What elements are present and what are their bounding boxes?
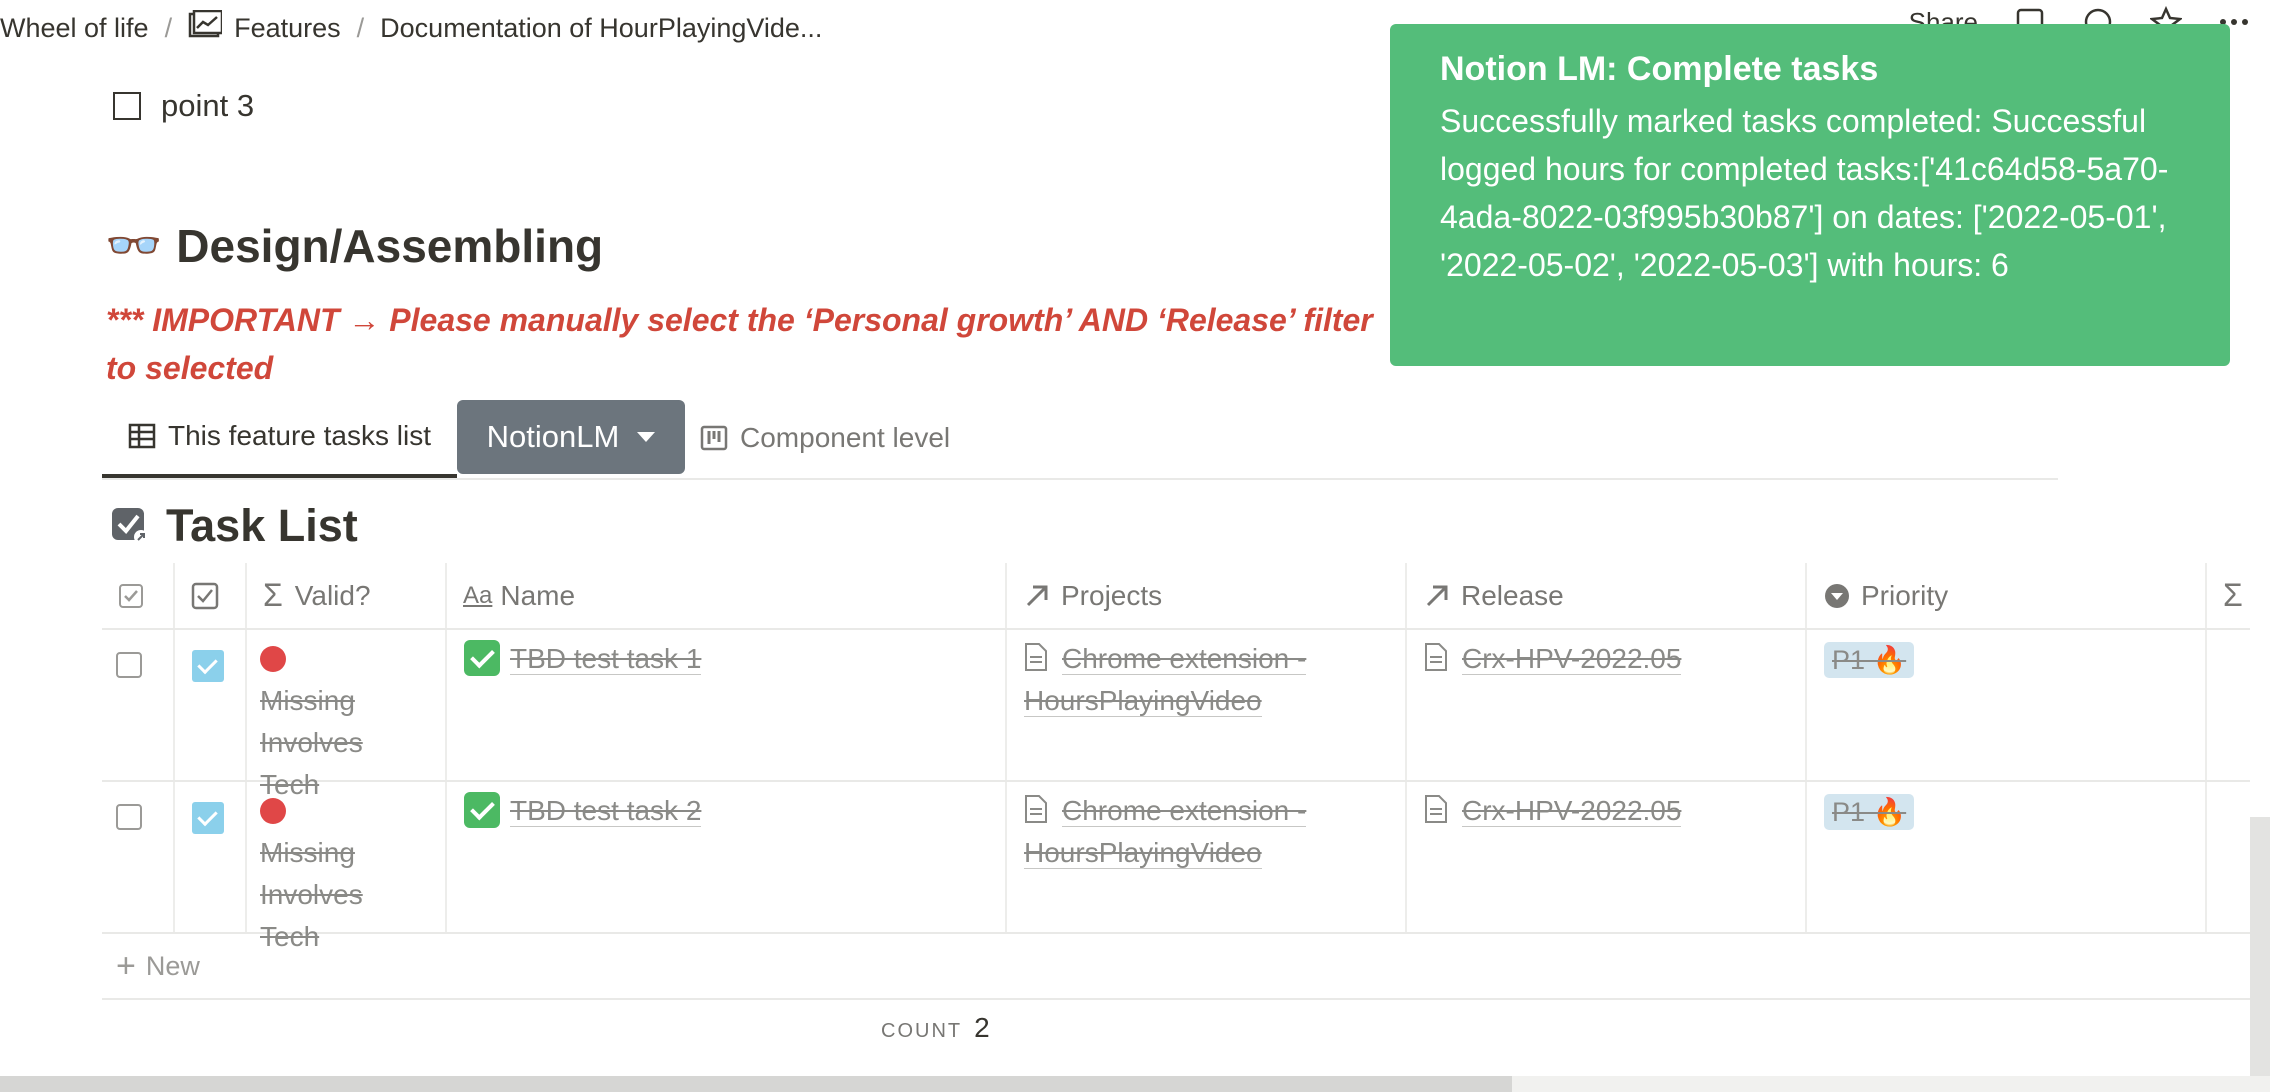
page-icon: [1025, 795, 1047, 823]
board-icon: [700, 425, 728, 451]
header-label: Priority: [1861, 579, 1949, 611]
release-relation[interactable]: Crx-HPV-2022.05: [1424, 638, 1682, 680]
table-icon: [128, 423, 156, 449]
breadcrumb-separator: /: [164, 12, 173, 43]
breadcrumb-item-features[interactable]: Features: [234, 13, 341, 44]
view-tabs: This feature tasks list Component level: [102, 398, 2058, 480]
tab-this-feature-tasks-list[interactable]: This feature tasks list: [102, 398, 457, 478]
task-name[interactable]: TBD test task 2: [464, 790, 702, 832]
new-row-label: New: [145, 950, 200, 981]
page-icon: [1425, 643, 1447, 671]
task-name[interactable]: TBD test task 1: [464, 638, 702, 680]
checked-box-icon: [112, 508, 148, 544]
chart-icon: [188, 9, 224, 47]
header-valid[interactable]: Σ Valid?: [247, 563, 447, 628]
new-row-button[interactable]: + New: [102, 934, 2250, 1000]
tab-label: This feature tasks list: [168, 420, 431, 451]
header-label: Valid?: [294, 579, 371, 611]
release-text[interactable]: Crx-HPV-2022.05: [1462, 795, 1682, 827]
header-done[interactable]: [175, 563, 247, 628]
relation-arrow-icon: [1026, 585, 1048, 606]
text-aa-icon: Aa: [463, 581, 493, 609]
section-title: Design/Assembling: [176, 219, 604, 272]
tab-label: Component level: [740, 422, 951, 453]
valid-text: Missing Involves Tech: [260, 837, 363, 952]
table-row[interactable]: Missing Involves Tech TBD test task 2 Ch…: [102, 782, 2250, 952]
section-heading: 👓 Design/Assembling: [105, 218, 603, 273]
done-checkbox[interactable]: [192, 650, 224, 682]
breadcrumb-separator: /: [356, 12, 365, 43]
task-name-text[interactable]: TBD test task 2: [510, 795, 702, 827]
header-release[interactable]: Release: [1407, 563, 1807, 628]
header-label: Release: [1461, 579, 1564, 611]
checkbox-icon: [119, 583, 143, 608]
todo-checkbox[interactable]: [113, 92, 141, 120]
checkbox-icon: [191, 582, 219, 609]
header-name[interactable]: Aa Name: [447, 563, 1007, 628]
relation-arrow-icon: [1426, 585, 1448, 606]
count-summary[interactable]: COUNT 2: [881, 1012, 990, 1044]
row-select-checkbox[interactable]: [116, 652, 142, 678]
check-mark-icon: [464, 640, 500, 676]
header-projects[interactable]: Projects: [1007, 563, 1407, 628]
breadcrumb-item-documentation[interactable]: Documentation of HourPlayingVide...: [380, 13, 822, 44]
notionlm-dropdown-button[interactable]: NotionLM: [457, 400, 685, 474]
caret-down-icon: [637, 432, 656, 442]
plus-icon: +: [116, 946, 136, 985]
breadcrumb-item-wheel-of-life[interactable]: Wheel of life: [0, 13, 149, 44]
toast-body: Successfully marked tasks completed: Suc…: [1440, 103, 2169, 283]
release-relation[interactable]: Crx-HPV-2022.05: [1424, 790, 1682, 832]
select-icon: [1825, 583, 1849, 608]
valid-formula-value: Missing Involves Tech: [260, 638, 380, 806]
table-header: Σ Valid? Aa Name Projects Release Priori…: [102, 563, 2250, 630]
page-icon: [1425, 795, 1447, 823]
red-circle-icon: [260, 798, 286, 824]
breadcrumb: Wheel of life / Features / Documentation…: [0, 8, 822, 48]
check-mark-icon: [464, 792, 500, 828]
page-icon: [1025, 643, 1047, 671]
notionlm-label: NotionLM: [486, 419, 620, 454]
header-formula[interactable]: Σ: [2207, 563, 2250, 628]
project-text[interactable]: Chrome extension - HoursPlayingVideo: [1024, 643, 1307, 717]
project-relation[interactable]: Chrome extension - HoursPlayingVideo: [1024, 790, 1334, 874]
table-row[interactable]: Missing Involves Tech TBD test task 1 Ch…: [102, 630, 2250, 800]
header-priority[interactable]: Priority: [1807, 563, 2207, 628]
sigma-icon: Σ: [263, 577, 283, 613]
todo-item: point 3: [113, 88, 254, 124]
vertical-scrollbar-thumb[interactable]: [2250, 817, 2270, 1076]
count-value: 2: [974, 1012, 990, 1043]
task-table: Σ Valid? Aa Name Projects Release Priori…: [102, 563, 2250, 1000]
horizontal-scrollbar-thumb[interactable]: [0, 1076, 1512, 1092]
tab-component-level[interactable]: Component level: [700, 398, 950, 478]
release-text[interactable]: Crx-HPV-2022.05: [1462, 643, 1682, 675]
database-title: Task List: [110, 500, 358, 552]
task-name-text[interactable]: TBD test task 1: [510, 643, 702, 675]
header-select-all[interactable]: [102, 563, 175, 628]
red-circle-icon: [260, 646, 286, 672]
count-label: COUNT: [881, 1020, 963, 1042]
database-title-text: Task List: [166, 500, 358, 551]
toast-title: Notion LM: Complete tasks: [1440, 50, 1879, 88]
header-label: Projects: [1061, 579, 1163, 611]
project-relation[interactable]: Chrome extension - HoursPlayingVideo: [1024, 638, 1334, 722]
priority-tag[interactable]: P1 🔥: [1824, 642, 1915, 678]
important-note: *** IMPORTANT → Please manually select t…: [106, 302, 1373, 386]
sigma-icon: Σ: [2223, 577, 2243, 613]
done-checkbox[interactable]: [192, 802, 224, 834]
valid-formula-value: Missing Involves Tech: [260, 790, 380, 958]
glasses-icon: 👓: [105, 219, 163, 271]
toast-notification[interactable]: Notion LM: Complete tasks Successfully m…: [1390, 24, 2230, 366]
header-label: Name: [500, 579, 576, 611]
todo-label: point 3: [161, 88, 255, 123]
priority-tag[interactable]: P1 🔥: [1824, 794, 1915, 830]
project-text[interactable]: Chrome extension - HoursPlayingVideo: [1024, 795, 1307, 869]
row-select-checkbox[interactable]: [116, 804, 142, 830]
